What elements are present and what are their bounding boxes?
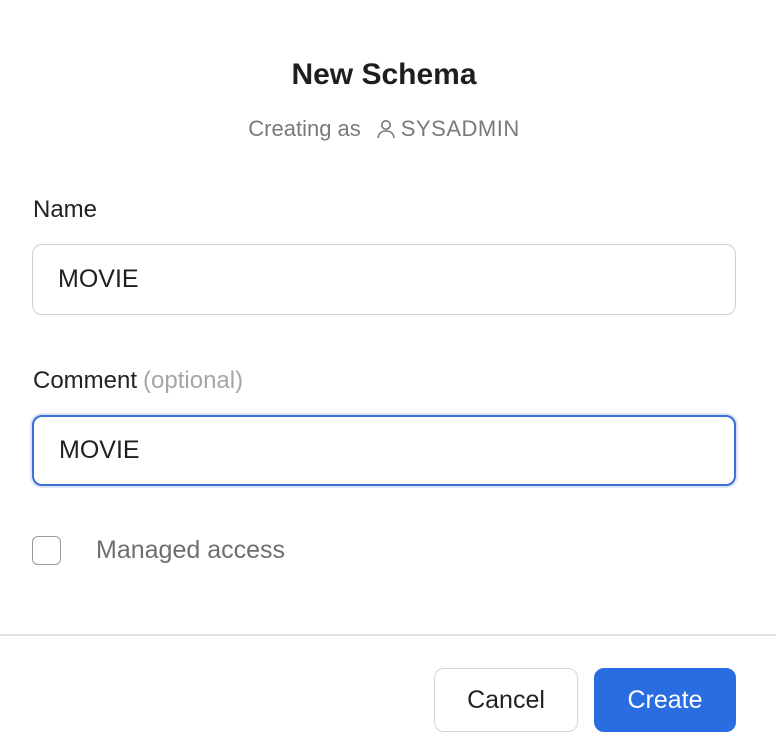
create-button[interactable]: Create: [594, 668, 736, 732]
optional-hint: (optional): [143, 367, 244, 394]
new-schema-dialog: New Schema Creating as SYSADMIN Name Com…: [0, 0, 776, 754]
managed-access-row[interactable]: Managed access: [32, 536, 285, 565]
dialog-subtitle: Creating as SYSADMIN: [0, 116, 768, 142]
cancel-button[interactable]: Cancel: [434, 668, 578, 732]
creating-as-text: Creating as: [248, 116, 361, 141]
managed-access-checkbox[interactable]: [32, 536, 61, 565]
name-input[interactable]: [32, 244, 736, 315]
name-label: Name: [33, 196, 98, 223]
comment-label: Comment: [33, 367, 138, 394]
dialog-title: New Schema: [291, 58, 477, 91]
role-name: SYSADMIN: [400, 116, 520, 141]
footer-divider: [0, 634, 776, 636]
comment-input[interactable]: [32, 415, 736, 486]
comment-label-row: Comment (optional): [33, 367, 243, 395]
managed-access-label[interactable]: Managed access: [96, 536, 285, 565]
user-icon: [375, 118, 397, 140]
